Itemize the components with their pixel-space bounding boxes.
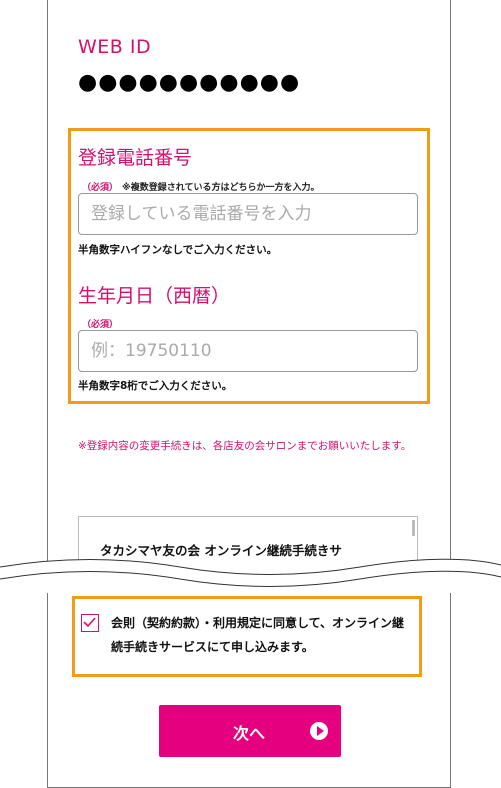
dob-input[interactable] [78,330,418,372]
agree-text: 会則（契約約款）・利用規定に同意して、オンライン継続手続きサービスにて申し込みま… [111,616,405,654]
dob-hint: 半角数字8桁でご入力ください。 [78,380,233,392]
check-icon [83,617,96,628]
next-button[interactable]: 次へ [159,705,341,757]
tel-title: 登録電話番号 [78,147,193,169]
cut-wave-divider [0,558,501,593]
webid-label: WEB ID [78,36,152,58]
dob-title: 生年月日（西暦） [78,285,231,307]
tel-input[interactable] [78,193,418,235]
notice-text: ※登録内容の変更手続きは、各店友の会サロンまでお願いいたします。 [78,440,412,452]
tel-required-badge: （必須） [82,183,119,193]
arrow-right-circle-icon [310,722,328,740]
terms-scrollbar[interactable] [412,520,415,536]
tel-note: ※複数登録されている方はどちらか一方を入力。 [122,183,320,193]
webid-value: ●●●●●●●●●●● [78,70,301,95]
next-button-label: 次へ [233,726,266,743]
agree-checkbox[interactable] [81,614,99,632]
dob-required-badge: （必須） [82,320,119,330]
tel-hint: 半角数字ハイフンなしでご入力ください。 [78,244,278,256]
